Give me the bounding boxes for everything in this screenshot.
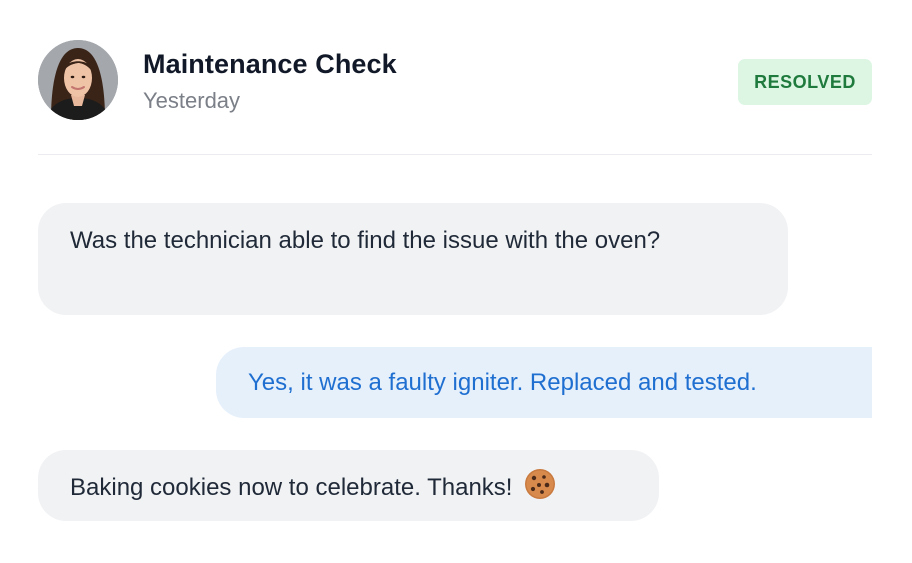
message-bubble-outgoing: Yes, it was a faulty igniter. Replaced a… <box>216 347 872 418</box>
header-divider <box>38 154 872 155</box>
message-bubble-incoming: Baking cookies now to celebrate. Thanks! <box>38 450 659 521</box>
message-text: Was the technician able to find the issu… <box>70 227 661 254</box>
avatar-image <box>38 40 118 120</box>
conversation-timestamp: Yesterday <box>143 88 241 113</box>
conversation-header: Maintenance Check Yesterday RESOLVED <box>38 40 872 124</box>
conversation-title: Maintenance Check <box>143 49 397 79</box>
status-badge: RESOLVED <box>738 59 872 105</box>
message-text: Yes, it was a faulty igniter. Replaced a… <box>248 369 757 396</box>
cookie-icon <box>523 467 557 513</box>
avatar[interactable] <box>38 40 118 120</box>
message-bubble-incoming: Was the technician able to find the issu… <box>38 203 788 315</box>
message-text: Baking cookies now to celebrate. Thanks! <box>70 474 513 501</box>
